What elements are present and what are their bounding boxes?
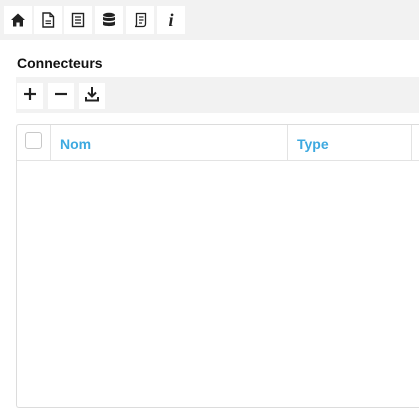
minus-icon: [54, 87, 68, 106]
info-button[interactable]: i: [157, 6, 185, 34]
document-button[interactable]: [34, 6, 62, 34]
column-label-type: Type: [297, 136, 329, 152]
table-header: Nom Type: [17, 125, 419, 161]
table-body: [17, 161, 419, 407]
select-all-checkbox[interactable]: [25, 132, 42, 149]
list-document-icon: [71, 12, 85, 28]
remove-button[interactable]: [48, 83, 74, 109]
home-button[interactable]: [4, 6, 32, 34]
database-button[interactable]: [95, 6, 123, 34]
download-button[interactable]: [79, 83, 105, 109]
select-all-column: [17, 125, 51, 160]
column-header-type[interactable]: Type: [288, 125, 412, 160]
script-icon: [133, 12, 147, 28]
info-icon: i: [168, 10, 174, 30]
download-icon: [85, 86, 99, 107]
home-icon: [10, 12, 26, 28]
database-icon: [102, 12, 116, 28]
action-bar: [16, 77, 419, 113]
document-icon: [41, 12, 55, 28]
top-toolbar: i: [0, 0, 419, 40]
plus-icon: [23, 87, 37, 106]
list-document-button[interactable]: [64, 6, 92, 34]
section-title: Connecteurs: [17, 55, 103, 71]
connectors-table: Nom Type: [16, 124, 419, 408]
column-label-nom: Nom: [60, 136, 92, 152]
column-header-nom[interactable]: Nom: [51, 125, 288, 160]
add-button[interactable]: [17, 83, 43, 109]
script-button[interactable]: [126, 6, 154, 34]
